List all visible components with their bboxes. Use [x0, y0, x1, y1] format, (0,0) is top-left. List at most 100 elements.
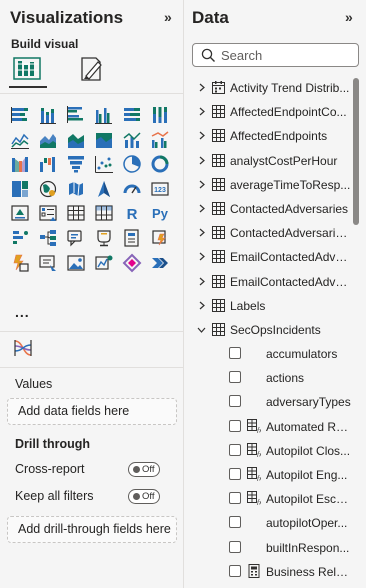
r-visual-button[interactable]: R — [121, 202, 143, 224]
slicer-button[interactable] — [37, 202, 59, 224]
donut-chart-button[interactable] — [149, 153, 171, 175]
100-stacked-area-chart-button[interactable] — [93, 129, 115, 151]
table-row-expanded[interactable]: SecOpsIncidents — [184, 318, 354, 342]
values-drop-well[interactable]: Add data fields here — [7, 398, 177, 425]
decomposition-tree-button[interactable] — [37, 227, 59, 249]
table-row[interactable]: AffectedEndpoints — [184, 124, 354, 148]
field-row[interactable]: autopilotOper... — [184, 511, 354, 535]
key-influencers-button[interactable] — [9, 227, 31, 249]
100-stacked-column-chart-button[interactable] — [149, 104, 171, 126]
field-row[interactable]: accumulators — [184, 342, 354, 366]
metrics-icon — [95, 255, 113, 270]
funnel-chart-icon — [68, 156, 84, 173]
card-button[interactable]: 123 — [149, 178, 171, 200]
image-button[interactable] — [65, 252, 87, 274]
table-name: EmailContactedAdve... — [230, 250, 352, 265]
treemap-button[interactable] — [9, 178, 31, 200]
chevron-right-icon — [199, 301, 205, 310]
field-checkbox[interactable] — [229, 347, 241, 360]
pie-chart-button[interactable] — [121, 153, 143, 175]
field-checkbox[interactable] — [229, 443, 241, 456]
field-row[interactable]: adversaryTypes — [184, 390, 354, 414]
slicer-alt-button[interactable] — [37, 252, 59, 274]
100-stacked-area-chart-icon — [96, 132, 112, 148]
field-row[interactable]: builtInRespon... — [184, 536, 354, 560]
build-visual-tab[interactable] — [9, 54, 47, 88]
stacked-column-chart-button[interactable] — [37, 104, 59, 126]
table-row[interactable]: ContactedAdversaries — [184, 197, 354, 221]
format-visual-tab[interactable] — [73, 54, 109, 88]
line-and-clustered-column-chart-button[interactable] — [149, 129, 171, 151]
table-icon — [212, 322, 225, 336]
table-row[interactable]: Activity Trend Distrib... — [184, 76, 354, 100]
field-name: Business Rele... — [266, 564, 352, 579]
cross-report-toggle[interactable]: Off — [128, 462, 160, 477]
clustered-column-chart-icon — [95, 108, 112, 124]
python-visual-button[interactable]: Py — [149, 202, 171, 224]
clustered-column-chart-button[interactable] — [93, 104, 115, 126]
narrative-button[interactable] — [93, 227, 115, 249]
table-row[interactable]: EmailContactedAdve... — [184, 245, 354, 269]
field-row[interactable]: fx Autopilot Clos... — [184, 439, 354, 463]
azure-map-button[interactable] — [93, 178, 115, 200]
clustered-bar-chart-button[interactable] — [65, 104, 87, 126]
line-and-stacked-column-chart-button[interactable] — [121, 129, 143, 151]
power-apps-button[interactable] — [149, 227, 171, 249]
collapse-data-button[interactable]: » — [345, 9, 353, 25]
line-and-clustered-column-chart-icon — [151, 131, 169, 148]
field-checkbox[interactable] — [229, 564, 241, 577]
cross-report-label: Cross-report — [15, 462, 85, 476]
table-row[interactable]: analystCostPerHour — [184, 149, 354, 173]
field-checkbox[interactable] — [229, 419, 241, 432]
ribbon-chart-button[interactable] — [9, 153, 31, 175]
field-checkbox[interactable] — [229, 468, 241, 480]
table-name: analystCostPerHour — [230, 153, 338, 168]
table-row[interactable]: averageTimeToResp... — [184, 173, 354, 197]
field-row[interactable]: fx Autopilot Esca... — [184, 487, 354, 511]
field-row[interactable]: fx Autopilot Eng... — [184, 463, 354, 487]
funnel-chart-button[interactable] — [65, 153, 87, 175]
search-box[interactable] — [192, 43, 359, 67]
field-checkbox[interactable] — [229, 371, 241, 384]
table-row[interactable]: AffectedEndpointCo... — [184, 100, 354, 124]
power-automate-alt-button[interactable] — [121, 252, 143, 274]
stacked-area-chart-button[interactable] — [65, 129, 87, 151]
data-scrollbar-thumb[interactable] — [353, 78, 359, 225]
table-row[interactable]: EmailContactedAdve... — [184, 270, 354, 294]
map-button[interactable] — [37, 178, 59, 200]
slicer-alt-icon — [39, 254, 56, 271]
drill-through-drop-well[interactable]: Add drill-through fields here — [7, 516, 177, 543]
100-stacked-bar-chart-button[interactable] — [121, 104, 143, 126]
kpi-button[interactable] — [9, 202, 31, 224]
build-visual-label: Build visual — [11, 37, 79, 51]
table-row[interactable]: Labels — [184, 294, 354, 318]
field-checkbox[interactable] — [229, 492, 241, 505]
collapse-visualizations-button[interactable]: » — [164, 9, 172, 25]
paginated-report-button[interactable] — [121, 227, 143, 249]
field-row[interactable]: Business Rele... — [184, 560, 354, 584]
field-checkbox[interactable] — [229, 516, 241, 529]
table-row[interactable]: ContactedAdversarie... — [184, 221, 354, 245]
scatter-chart-icon — [95, 156, 113, 174]
waterfall-chart-button[interactable] — [37, 153, 59, 175]
search-input[interactable] — [221, 45, 351, 65]
stacked-bar-chart-button[interactable] — [9, 104, 31, 126]
table-button[interactable] — [65, 202, 87, 224]
arrow-chevrons-button[interactable] — [149, 252, 171, 274]
field-checkbox[interactable] — [229, 540, 241, 553]
more-visuals-button[interactable]: ... — [15, 304, 30, 320]
qa-button[interactable] — [65, 227, 87, 249]
filled-map-button[interactable] — [65, 178, 87, 200]
field-row[interactable]: actions — [184, 366, 354, 390]
area-chart-button[interactable] — [37, 129, 59, 151]
decomposition-tree-custom-icon[interactable] — [12, 337, 34, 359]
field-row[interactable]: fx Automated Re... — [184, 415, 354, 439]
scatter-chart-button[interactable] — [93, 153, 115, 175]
matrix-button[interactable] — [93, 202, 115, 224]
field-checkbox[interactable] — [229, 395, 241, 408]
line-chart-button[interactable] — [9, 129, 31, 151]
gauge-button[interactable] — [121, 178, 143, 200]
power-automate-button[interactable] — [9, 252, 31, 274]
keep-all-filters-toggle[interactable]: Off — [128, 489, 160, 504]
metrics-button[interactable] — [93, 252, 115, 274]
